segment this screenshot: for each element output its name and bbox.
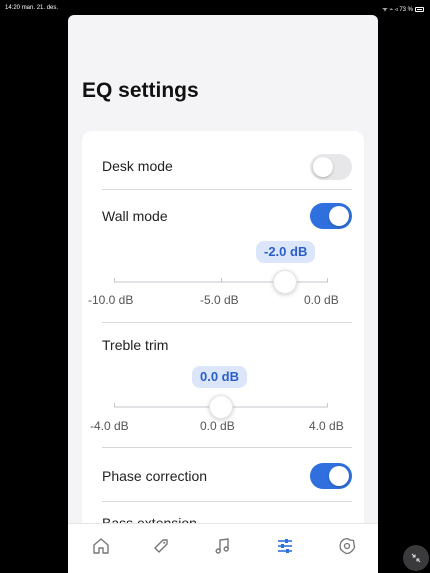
status-time: 14:20 man. 21. des.: [5, 5, 59, 11]
divider: [102, 501, 352, 502]
wall-mode-slider-thumb[interactable]: [273, 270, 298, 294]
wall-mode-toggle[interactable]: [310, 203, 352, 229]
phase-correction-row: Phase correction: [82, 461, 364, 493]
slider-tick: [327, 403, 328, 407]
desk-mode-label: Desk mode: [102, 158, 173, 174]
tab-bar: [68, 523, 378, 573]
wall-mode-scale-min: -10.0 dB: [88, 293, 134, 307]
tab-eq[interactable]: [271, 532, 299, 560]
collapse-arrows-icon: [411, 553, 421, 563]
tab-products[interactable]: [147, 532, 175, 560]
treble-trim-slider-thumb[interactable]: [209, 395, 233, 419]
settings-icon: [339, 537, 356, 555]
slider-tick: [327, 278, 328, 282]
tab-music[interactable]: [209, 532, 237, 560]
tab-home[interactable]: [87, 532, 115, 560]
divider: [102, 322, 352, 323]
wall-mode-row: Wall mode: [82, 203, 364, 235]
phase-correction-toggle[interactable]: [310, 463, 352, 489]
wall-mode-label: Wall mode: [102, 208, 168, 224]
toggle-knob: [329, 206, 349, 226]
status-bar: 14:20 man. 21. des. ᯤ ⌁ ◃ 73 %: [0, 0, 430, 14]
tag-icon: [154, 539, 168, 553]
toggle-knob: [313, 157, 333, 177]
eq-settings-sheet: EQ settings Desk mode Wall mode -2.0 dB …: [68, 15, 378, 573]
divider: [102, 447, 352, 448]
desk-mode-row: Desk mode: [82, 151, 364, 183]
desk-mode-toggle[interactable]: [310, 154, 352, 180]
phase-correction-label: Phase correction: [102, 468, 208, 484]
status-icons: ᯤ ⌁ ◃ 73 %: [382, 7, 413, 13]
wall-mode-value-badge: -2.0 dB: [256, 241, 316, 263]
wall-mode-scale-max: 0.0 dB: [304, 293, 339, 307]
slider-tick: [221, 278, 222, 282]
toggle-knob: [329, 466, 349, 486]
battery-icon: [415, 6, 424, 12]
tab-settings[interactable]: [333, 532, 361, 560]
status-indicators: ᯤ ⌁ ◃ 73 %: [382, 5, 424, 13]
home-icon: [93, 538, 109, 554]
music-note-icon: [215, 538, 229, 554]
wall-mode-scale-mid: -5.0 dB: [200, 293, 239, 307]
slider-tick: [114, 278, 115, 282]
treble-trim-label: Treble trim: [102, 337, 169, 353]
treble-trim-scale-max: 4.0 dB: [309, 419, 344, 433]
treble-trim-scale-min: -4.0 dB: [90, 419, 129, 433]
divider: [102, 189, 352, 190]
settings-card: Desk mode Wall mode -2.0 dB -10.0 dB -5.…: [82, 131, 364, 531]
page-title: EQ settings: [82, 79, 199, 102]
treble-trim-scale-mid: 0.0 dB: [200, 419, 235, 433]
collapse-button[interactable]: [403, 545, 429, 571]
sliders-icon: [278, 539, 292, 553]
treble-trim-value-badge: 0.0 dB: [192, 366, 248, 388]
slider-tick: [114, 403, 115, 407]
